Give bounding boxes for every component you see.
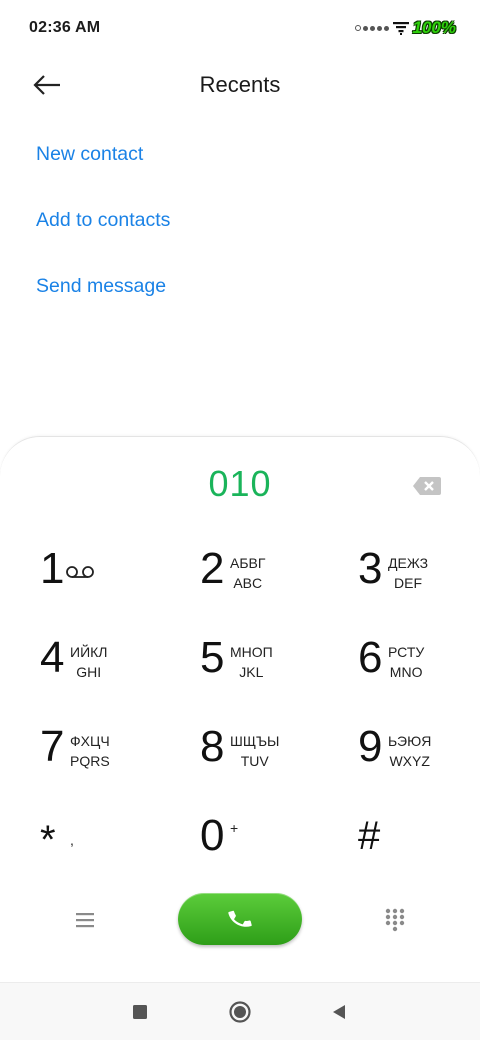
key-letters: АБВГ ABC (230, 555, 266, 591)
phone-icon (228, 910, 252, 927)
key-digit: 2 (200, 544, 225, 593)
key-letters: ШЩЪЫ TUV (230, 733, 280, 769)
system-nav-bar (0, 982, 480, 1040)
key-6[interactable]: 6 РСТУ MNO (358, 634, 478, 704)
key-letters: , (70, 832, 74, 848)
recent-actions: New contact Add to contacts Send message (36, 128, 170, 326)
page-title: Recents (199, 72, 281, 97)
key-digit: 9 (358, 722, 383, 771)
dialed-number[interactable]: 010 (0, 463, 480, 505)
key-letters: МНОП JKL (230, 644, 273, 680)
status-time: 02:36 AM (29, 19, 101, 36)
backspace-icon (413, 477, 441, 495)
dialpad-icon (385, 908, 405, 932)
home-circle-icon (229, 1001, 251, 1023)
key-letters: + (230, 820, 239, 836)
dialer-bottom-controls (0, 893, 480, 953)
key-2[interactable]: 2 АБВГ ABC (200, 545, 320, 615)
backspace-button[interactable] (412, 475, 442, 497)
voicemail-icon (66, 566, 94, 578)
key-letters: ФХЦЧ PQRS (70, 733, 110, 769)
triangle-back-icon (333, 1005, 345, 1019)
battery-level: 100% (412, 18, 456, 37)
key-digit: 1 (40, 544, 65, 593)
key-0[interactable]: 0 + (200, 812, 320, 882)
signal-strength-icon (354, 25, 389, 31)
key-star[interactable]: * , (40, 812, 160, 882)
key-hash[interactable]: # (358, 812, 478, 882)
header: Recents (0, 58, 480, 114)
key-digit: 4 (40, 633, 65, 682)
add-to-contacts-link[interactable]: Add to contacts (36, 194, 170, 260)
key-digit: 5 (200, 633, 225, 682)
home-nav-button[interactable] (227, 999, 253, 1025)
wifi-icon (392, 22, 409, 35)
menu-icon (76, 913, 94, 928)
key-digit: 8 (200, 722, 225, 771)
key-letters: ДЕЖЗ DEF (388, 555, 429, 591)
status-bar: 02:36 AM 100% (0, 0, 480, 58)
key-7[interactable]: 7 ФХЦЧ PQRS (40, 723, 160, 793)
dialer-screen: 02:36 AM 100% Recents New contact Add to… (0, 0, 480, 1040)
square-icon (133, 1005, 147, 1019)
menu-button[interactable] (74, 909, 96, 931)
recents-nav-button[interactable] (127, 999, 153, 1025)
key-digit: # (358, 814, 381, 858)
key-4[interactable]: 4 ИЙКЛ GHI (40, 634, 160, 704)
key-digit: 0 (200, 811, 225, 860)
key-digit: 7 (40, 722, 65, 771)
key-letters: ИЙКЛ GHI (70, 644, 108, 680)
key-digit: 3 (358, 544, 383, 593)
key-3[interactable]: 3 ДЕЖЗ DEF (358, 545, 478, 615)
key-letters: РСТУ MNO (388, 644, 425, 680)
key-5[interactable]: 5 МНОП JKL (200, 634, 320, 704)
status-indicators: 100% (354, 17, 456, 39)
call-button[interactable] (178, 893, 302, 945)
key-8[interactable]: 8 ШЩЪЫ TUV (200, 723, 320, 793)
new-contact-link[interactable]: New contact (36, 128, 170, 194)
send-message-link[interactable]: Send message (36, 260, 170, 326)
key-letters: ЬЭЮЯ WXYZ (388, 733, 432, 769)
key-digit: * (40, 818, 56, 862)
back-nav-button[interactable] (325, 999, 351, 1025)
key-9[interactable]: 9 ЬЭЮЯ WXYZ (358, 723, 478, 793)
dialpad-toggle-button[interactable] (384, 907, 406, 933)
key-1[interactable]: 1 (40, 545, 160, 615)
key-digit: 6 (358, 633, 383, 682)
dialer-panel: 010 1 2 АБВГ ABC 3 ДЕЖЗ DEF 4 ИЙКЛ GHI 5… (0, 436, 480, 983)
